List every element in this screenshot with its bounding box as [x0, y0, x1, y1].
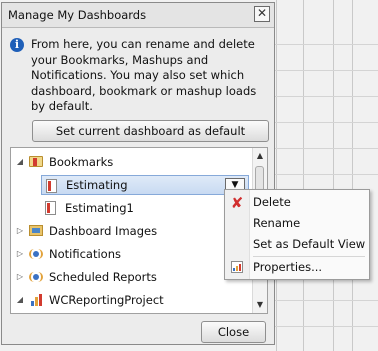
tree-item-label: Bookmarks — [49, 155, 114, 169]
folder-open-icon — [29, 156, 43, 167]
tree-item-label: Estimating — [66, 178, 128, 192]
dialog-title: Manage My Dashboards — [8, 8, 147, 22]
tree-item-dashboard-images[interactable]: ▷ Dashboard Images — [13, 221, 223, 241]
tree-item-estimating[interactable]: Estimating ▼ — [41, 175, 249, 195]
expand-arrow-icon[interactable]: ▷ — [15, 244, 25, 264]
expand-arrow-icon[interactable]: ▷ — [15, 267, 25, 287]
info-text: From here, you can rename and delete you… — [31, 37, 257, 113]
tree-item-wcreportingproject[interactable]: ◢ WCReportingProject — [13, 290, 243, 310]
close-icon[interactable]: ✕ — [254, 6, 270, 22]
scroll-up-icon[interactable]: ▲ — [253, 150, 267, 162]
tree-item-label: Notifications — [49, 247, 121, 261]
close-button[interactable]: Close — [201, 321, 266, 343]
properties-icon — [231, 261, 243, 273]
menu-item-delete[interactable]: Delete — [253, 192, 291, 212]
dashboard-doc-icon — [45, 201, 56, 215]
context-menu: ✘ Delete Rename Set as Default View Prop… — [224, 189, 370, 280]
tree-item-label: Dashboard Images — [49, 224, 158, 238]
tree-item-label: WCReportingProject — [49, 293, 164, 307]
tree-item-bookmarks[interactable]: ◢ Bookmarks — [13, 152, 253, 172]
menu-item-rename[interactable]: Rename — [253, 213, 300, 233]
dashboard-doc-icon — [46, 179, 57, 193]
set-default-button[interactable]: Set current dashboard as default — [32, 120, 269, 142]
manage-dashboards-dialog: Manage My Dashboards ✕ i From here, you … — [1, 2, 275, 345]
menu-item-properties[interactable]: Properties... — [253, 257, 322, 277]
expand-arrow-icon[interactable]: ▷ — [15, 221, 25, 241]
collapse-arrow-icon[interactable]: ◢ — [15, 290, 25, 310]
tree-item-estimating1[interactable]: Estimating1 — [41, 198, 221, 218]
delete-x-icon: ✘ — [230, 194, 244, 212]
menu-item-set-default-view[interactable]: Set as Default View — [253, 234, 365, 254]
scheduled-report-icon — [29, 270, 43, 284]
dialog-titlebar: Manage My Dashboards ✕ — [2, 3, 274, 28]
tree-item-notifications[interactable]: ▷ Notifications — [13, 244, 223, 264]
image-folder-icon — [29, 225, 43, 236]
scroll-down-icon[interactable]: ▼ — [253, 299, 267, 311]
notification-icon — [29, 247, 43, 261]
tree-item-label: Scheduled Reports — [49, 270, 157, 284]
info-icon: i — [10, 38, 24, 52]
collapse-arrow-icon[interactable]: ◢ — [15, 152, 25, 172]
project-chart-icon — [31, 294, 43, 306]
tree-item-scheduled-reports[interactable]: ▷ Scheduled Reports — [13, 267, 223, 287]
tree-item-label: Estimating1 — [65, 201, 134, 215]
